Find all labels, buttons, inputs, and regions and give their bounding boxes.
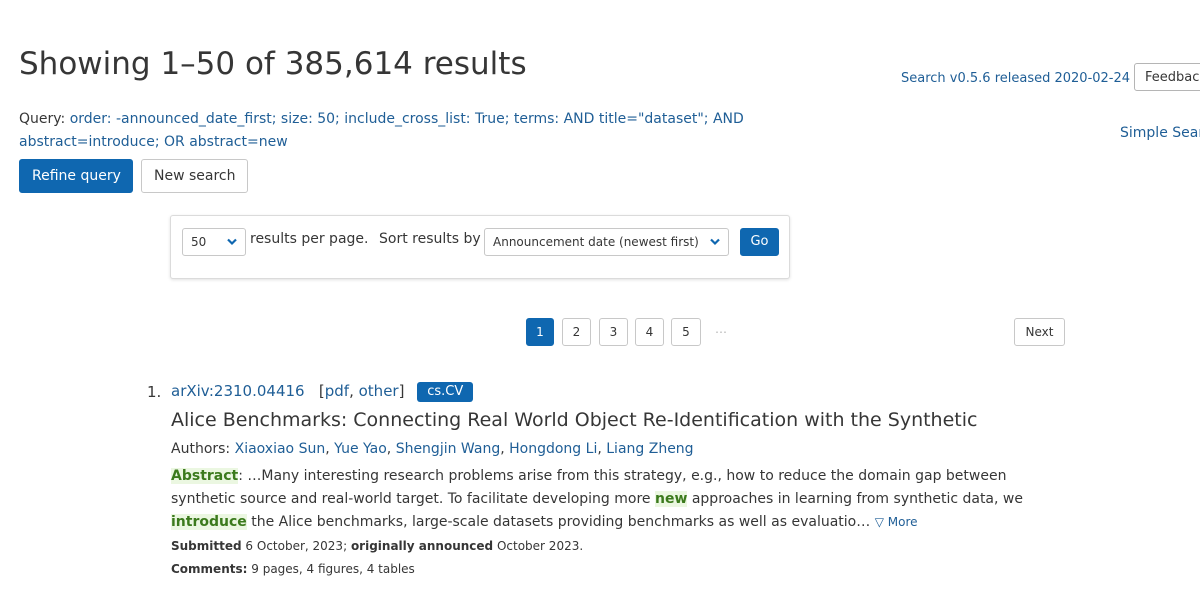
simple-search-link[interactable]: Simple Search [1120,125,1200,141]
submitted-label: Submitted [171,539,242,553]
refine-query-button[interactable]: Refine query [19,159,133,193]
sort-select[interactable]: Announcement date (newest first) [484,228,729,256]
abstract-snippet: Abstract: …Many interesting research pro… [171,465,1071,534]
pdf-link[interactable]: pdf [325,382,349,400]
page-4-link[interactable]: 4 [635,318,664,346]
chevron-down-icon [710,238,720,246]
abstract-label: Abstract [171,468,239,484]
comments-value: 9 pages, 4 figures, 4 tables [251,562,415,576]
page-title: Showing 1–50 of 385,614 results [19,46,527,82]
comma-separator: , [349,382,359,400]
abstract-text-3: the Alice benchmarks, large-scale datase… [246,514,871,530]
announced-date: October 2023. [496,539,584,553]
go-button[interactable]: Go [740,228,779,256]
page-5-link[interactable]: 5 [671,318,701,346]
search-results-page: Showing 1–50 of 385,614 results Search v… [0,0,1200,600]
page-1-link[interactable]: 1 [526,318,554,346]
next-page-button[interactable]: Next [1014,318,1065,346]
authors-line: Authors: Xiaoxiao Sun, Yue Yao, Shengjin… [171,441,694,457]
result-id-line: arXiv:2310.04416 [pdf, other] cs.CV [171,382,474,402]
comments-line: Comments: 9 pages, 4 figures, 4 tables [171,562,415,576]
submitted-date: 6 October, 2023; [245,539,348,553]
per-page-value: 50 [191,235,207,249]
authors-label: Authors: [171,441,231,457]
query-label: Query: [19,111,66,127]
author-link[interactable]: Shengjin Wang [396,441,501,457]
author-link[interactable]: Yue Yao [334,441,387,457]
highlight-term: introduce [171,514,247,530]
sort-label: Sort results by [379,231,481,247]
bracket-open: [ [309,382,325,400]
feedback-button[interactable]: Feedback? [1134,63,1200,91]
paper-title: Alice Benchmarks: Connecting Real World … [171,409,978,431]
results-controls: 50 results per page. Sort results by Ann… [170,215,790,279]
chevron-down-icon [227,238,237,246]
page-3-link[interactable]: 3 [599,318,628,346]
page-2-link[interactable]: 2 [562,318,591,346]
per-page-select[interactable]: 50 [182,228,246,256]
arxiv-id-link[interactable]: arXiv:2310.04416 [171,382,305,400]
highlight-term: new [654,491,688,507]
submitted-line: Submitted 6 October, 2023; originally an… [171,539,583,553]
release-link[interactable]: Search v0.5.6 released 2020-02-24 [901,71,1130,86]
author-link[interactable]: Xiaoxiao Sun [235,441,326,457]
abstract-text-2: approaches in learning from synthetic da… [687,491,1023,507]
author-link[interactable]: Liang Zheng [606,441,693,457]
new-search-button[interactable]: New search [141,159,248,193]
category-tag[interactable]: cs.CV [417,382,474,402]
more-toggle[interactable]: ▽ More [875,515,918,529]
other-link[interactable]: other [359,382,399,400]
result-number: 1. [147,383,162,401]
comments-label: Comments: [171,562,248,576]
query-summary: Query: order: -announced_date_first; siz… [19,108,779,154]
bracket-close: ] [398,382,405,400]
per-page-label: results per page. [250,231,369,247]
announced-label: originally announced [350,539,494,553]
author-link[interactable]: Hongdong Li [509,441,597,457]
sort-value: Announcement date (newest first) [493,235,699,249]
query-value: order: -announced_date_first; size: 50; … [19,111,744,150]
pagination-ellipsis: … [715,322,727,336]
